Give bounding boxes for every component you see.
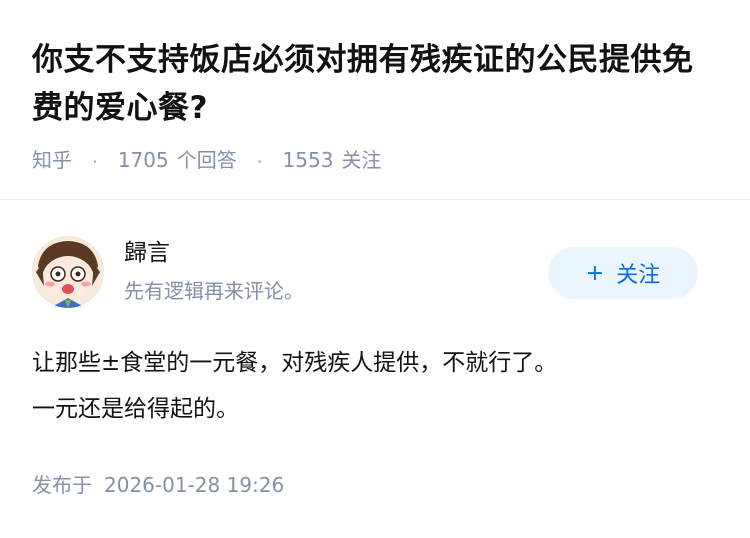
follower-count-label: 关注 xyxy=(341,148,382,172)
author-bio: 先有逻辑再来评论。 xyxy=(124,279,304,303)
follower-count: 1553 xyxy=(282,148,334,172)
follow-button-label: 关注 xyxy=(616,263,661,288)
published-time: 2026-01-28 19:26 xyxy=(104,473,285,497)
published-info: 发布于 2026-01-28 19:26 xyxy=(32,470,284,500)
question-header: 你支不支持饭店必须对拥有残疾证的公民提供免费的爱心餐? 知乎 · 1705 个回答… xyxy=(0,0,750,200)
avatar[interactable] xyxy=(32,236,104,308)
anime-avatar-icon xyxy=(32,236,104,308)
follow-button[interactable]: + 关注 xyxy=(548,247,698,299)
source-label[interactable]: 知乎 xyxy=(32,148,72,172)
meta-separator: · xyxy=(92,152,98,171)
meta-separator: · xyxy=(257,152,263,171)
question-title[interactable]: 你支不支持饭店必须对拥有残疾证的公民提供免费的爱心餐? xyxy=(32,36,722,132)
answer-paragraph: 让那些±食堂的一元餐，对残疾人提供，不就行了。 xyxy=(32,350,558,376)
published-label: 发布于 xyxy=(32,473,92,497)
answer-count-label: 个回答 xyxy=(176,148,237,172)
author-name[interactable]: 歸言 xyxy=(124,237,170,269)
answer-count: 1705 xyxy=(117,148,169,172)
answer-content: 让那些±食堂的一元餐，对残疾人提供，不就行了。 一元还是给得起的。 xyxy=(32,340,722,432)
plus-icon: + xyxy=(585,260,605,286)
answer-card: 歸言 先有逻辑再来评论。 + 关注 让那些±食堂的一元餐，对残疾人提供，不就行了… xyxy=(0,200,750,538)
question-meta: 知乎 · 1705 个回答 · 1553 关注 xyxy=(32,145,381,177)
answer-paragraph: 一元还是给得起的。 xyxy=(32,396,239,422)
